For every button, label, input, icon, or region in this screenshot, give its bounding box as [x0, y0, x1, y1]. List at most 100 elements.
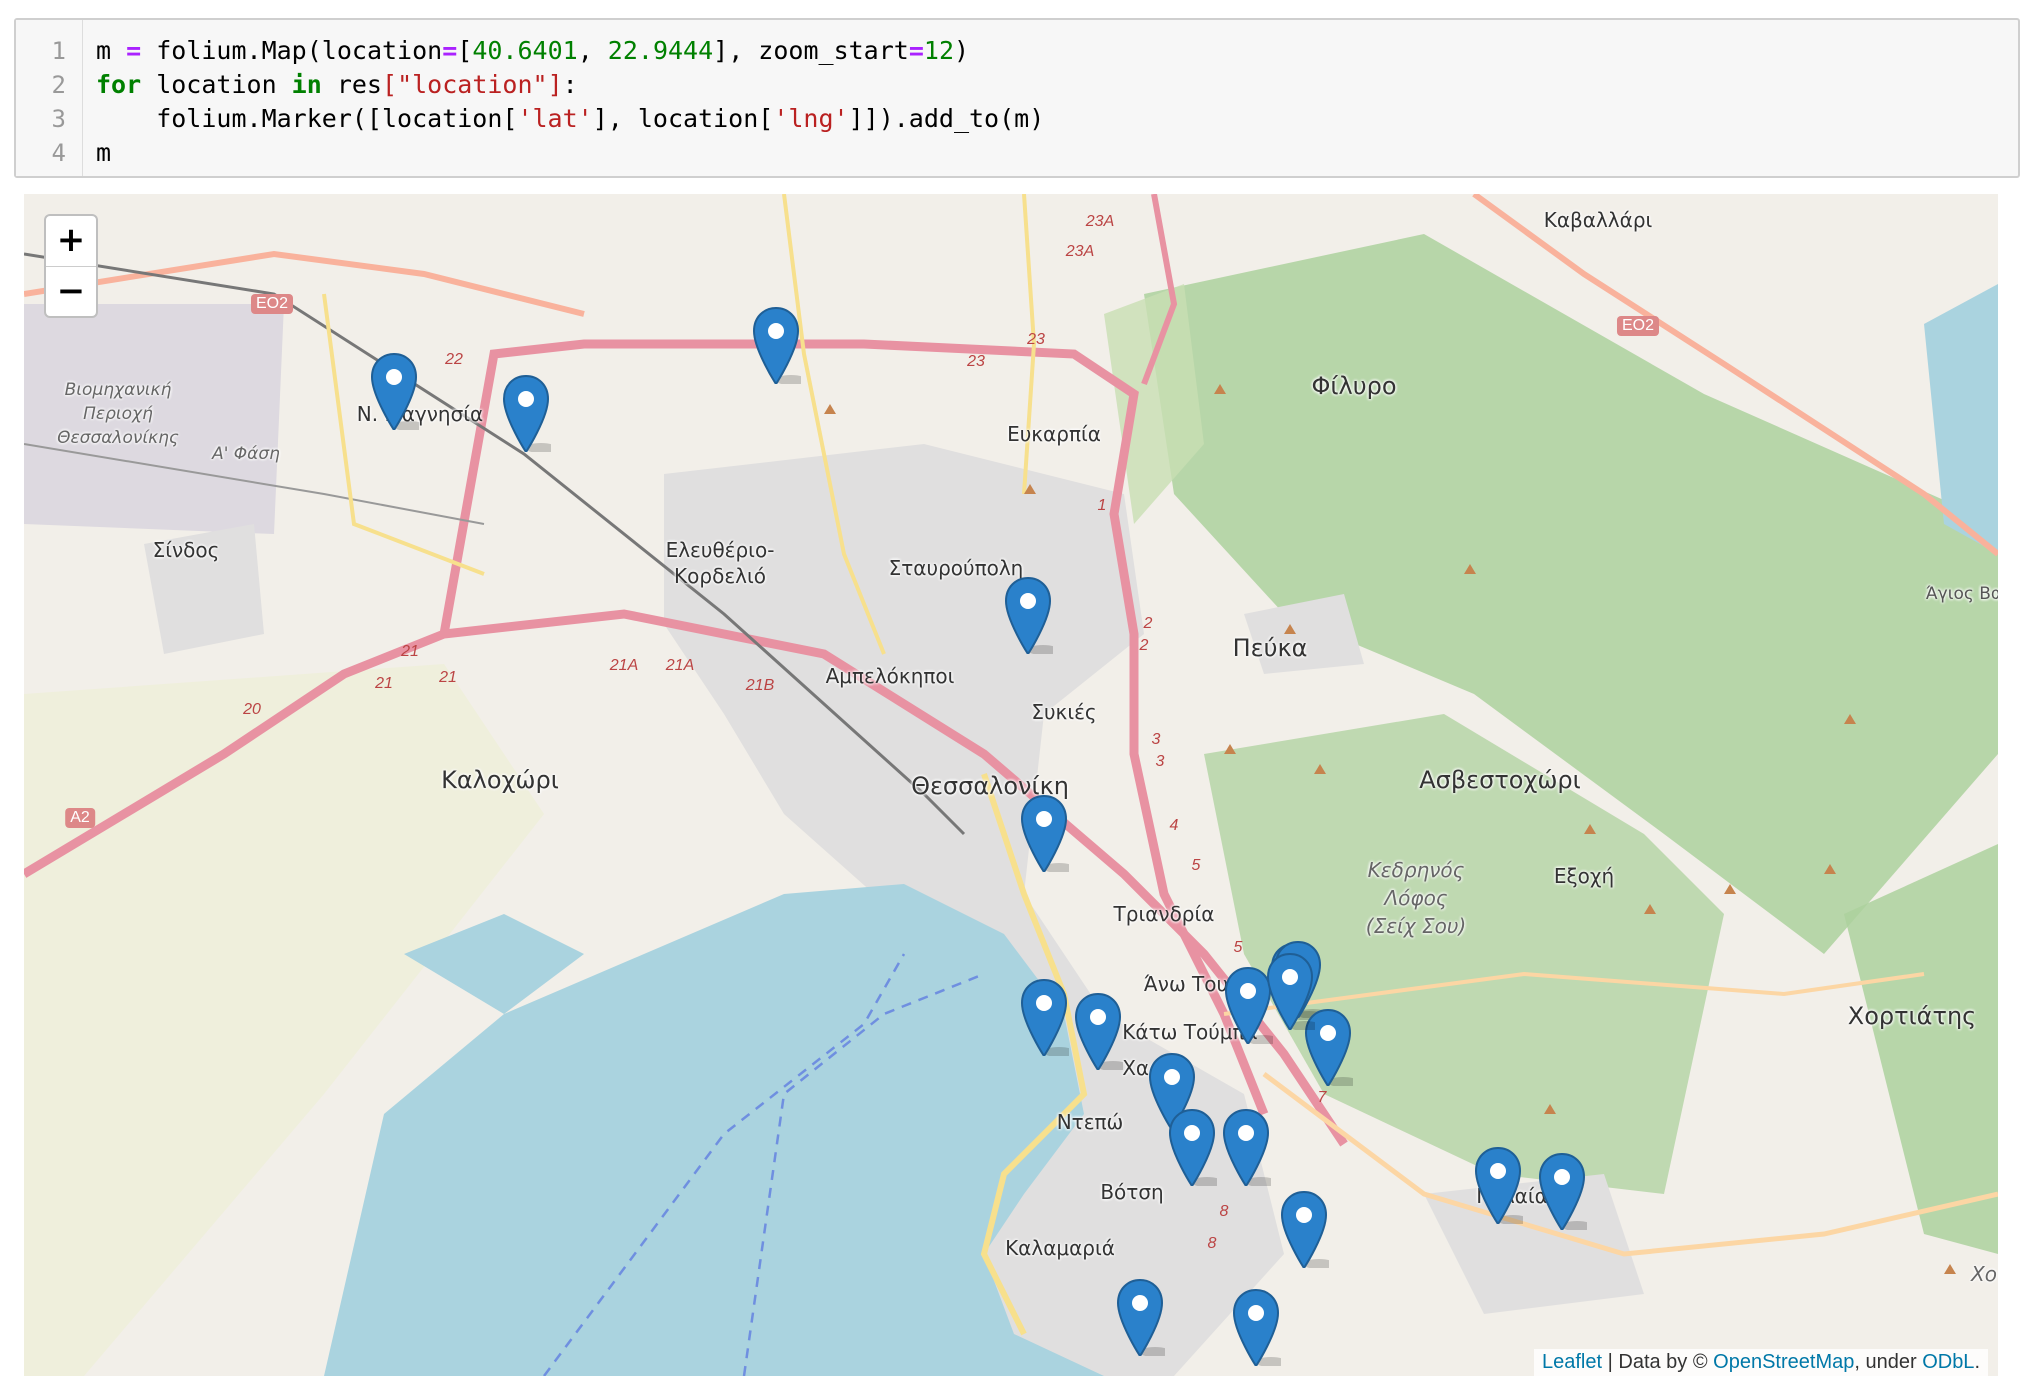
code-editor[interactable]: m = folium.Map(location=[40.6401, 22.944… — [96, 34, 1044, 170]
road-number: 7 — [1317, 1089, 1327, 1106]
place-label: Πεύκα — [1232, 634, 1308, 662]
line-number: 4 — [51, 139, 66, 167]
road-number: 4 — [1169, 817, 1179, 834]
code-token: 12 — [923, 36, 954, 65]
map-marker[interactable] — [1279, 1190, 1329, 1268]
code-cell[interactable]: 1 2 3 4 m = folium.Map(location=[40.6401… — [14, 18, 2020, 178]
line-number: 3 — [51, 105, 66, 133]
map-marker[interactable] — [1537, 1152, 1587, 1230]
zoom-control: + − — [44, 214, 98, 318]
road-shield: ΕΟ2 — [1616, 316, 1660, 336]
code-token: m — [96, 138, 112, 167]
road-number: 21 — [439, 669, 457, 686]
place-label: Συκιές — [1031, 700, 1097, 724]
place-label: Καλαμαριά — [1005, 1236, 1115, 1260]
map-marker[interactable] — [1073, 992, 1123, 1070]
map-marker[interactable] — [1221, 1108, 1271, 1186]
code-token: folium.Map(location — [141, 36, 443, 65]
map-attribution: Leaflet | Data by © OpenStreetMap, under… — [1534, 1349, 1988, 1376]
road-number: 8 — [1219, 1203, 1229, 1220]
map-marker[interactable] — [501, 374, 551, 452]
place-label: Κεδρηνός — [1367, 858, 1465, 882]
place-label: Λόφος — [1384, 886, 1448, 910]
code-token: : — [562, 70, 578, 99]
road-number: 5 — [1233, 939, 1243, 956]
code-token: = — [442, 36, 458, 65]
code-line: m — [96, 136, 1044, 170]
road-shield: Α2 — [65, 808, 95, 828]
road-number: 22 — [445, 351, 463, 368]
place-label: Ελευθέριο- — [665, 538, 775, 562]
code-token: in — [291, 70, 322, 99]
place-label: (Σείχ Σου) — [1365, 914, 1467, 938]
place-label: Θεσσαλονίκης — [57, 428, 179, 448]
place-label: Άγιος Βα — [1925, 584, 1998, 604]
map-marker[interactable] — [1019, 794, 1069, 872]
road-number: 5 — [1191, 857, 1201, 874]
map-marker[interactable] — [751, 306, 801, 384]
folium-map[interactable]: Ν. Μαγνησία Βιομηχανική Περιοχή Θεσσαλον… — [24, 194, 1998, 1376]
place-label: Περιοχή — [83, 404, 153, 424]
code-token: location — [141, 70, 292, 99]
road-number: 3 — [1151, 731, 1161, 748]
road-number: 2 — [1143, 615, 1153, 632]
line-number-gutter: 1 2 3 4 — [16, 20, 83, 176]
place-label: Φίλυρο — [1311, 372, 1397, 400]
road-number: 8 — [1207, 1235, 1217, 1252]
map-marker[interactable] — [1003, 576, 1053, 654]
place-label: Βότση — [1100, 1180, 1164, 1204]
code-token: "location" — [397, 70, 548, 99]
road-number: 20 — [243, 701, 261, 718]
place-label: Βιομηχανική — [64, 380, 172, 400]
code-token: = — [908, 36, 924, 65]
place-label: Ευκαρπία — [1007, 422, 1101, 446]
code-token: for — [96, 70, 142, 99]
place-label: Κορδελιό — [674, 564, 766, 588]
map-marker[interactable] — [1115, 1278, 1165, 1356]
map-marker[interactable] — [369, 352, 419, 430]
place-label: Άνω Του — [1143, 972, 1229, 996]
road-number: 21A — [609, 657, 639, 674]
code-token: m — [96, 36, 127, 65]
place-label: Αμπελόκηποι — [825, 664, 955, 688]
attribution-text: | Data by © — [1602, 1351, 1714, 1373]
code-line: m = folium.Map(location=[40.6401, 22.944… — [96, 34, 1044, 68]
code-token: , — [577, 36, 608, 65]
line-number: 2 — [51, 71, 66, 99]
code-token: 40.6401 — [472, 36, 578, 65]
code-token: 'lat' — [517, 104, 593, 133]
map-marker[interactable] — [1231, 1288, 1281, 1366]
place-label: Α' Φάση — [212, 444, 280, 464]
road-number: 21 — [401, 643, 419, 660]
road-number: 23A — [1065, 243, 1095, 260]
place-label: Ασβεστοχώρι — [1419, 766, 1581, 794]
road-number: 21A — [665, 657, 695, 674]
leaflet-link[interactable]: Leaflet — [1542, 1351, 1602, 1373]
road-number: 23A — [1085, 213, 1115, 230]
map-marker[interactable] — [1473, 1146, 1523, 1224]
zoom-out-button[interactable]: − — [46, 267, 96, 317]
line-number: 1 — [51, 37, 66, 65]
map-marker[interactable] — [1019, 978, 1069, 1056]
odbl-link[interactable]: ODbL — [1922, 1351, 1974, 1373]
attribution-text: , under — [1854, 1351, 1923, 1373]
code-token: res — [321, 70, 382, 99]
road-number: 23 — [967, 353, 985, 370]
code-token: 22.9444 — [607, 36, 714, 65]
road-number: 2 — [1139, 637, 1149, 654]
place-label: Ντεπώ — [1056, 1110, 1124, 1134]
code-line: for location in res["location"]: — [96, 68, 1044, 102]
map-marker[interactable] — [1265, 952, 1315, 1030]
road-number: 21 — [375, 675, 393, 692]
map-marker[interactable] — [1167, 1108, 1217, 1186]
code-token: [ — [382, 70, 398, 99]
code-token: = — [126, 36, 142, 65]
code-token: ], zoom_start — [713, 36, 909, 65]
road-shield: ΕΟ2 — [250, 294, 294, 314]
zoom-in-button[interactable]: + — [46, 216, 96, 267]
openstreetmap-link[interactable]: OpenStreetMap — [1713, 1351, 1854, 1373]
attribution-text: . — [1974, 1351, 1980, 1373]
place-label: Καλοχώρι — [441, 766, 559, 794]
place-label: Χο — [1971, 1262, 1997, 1286]
place-label: Σίνδος — [152, 538, 220, 562]
